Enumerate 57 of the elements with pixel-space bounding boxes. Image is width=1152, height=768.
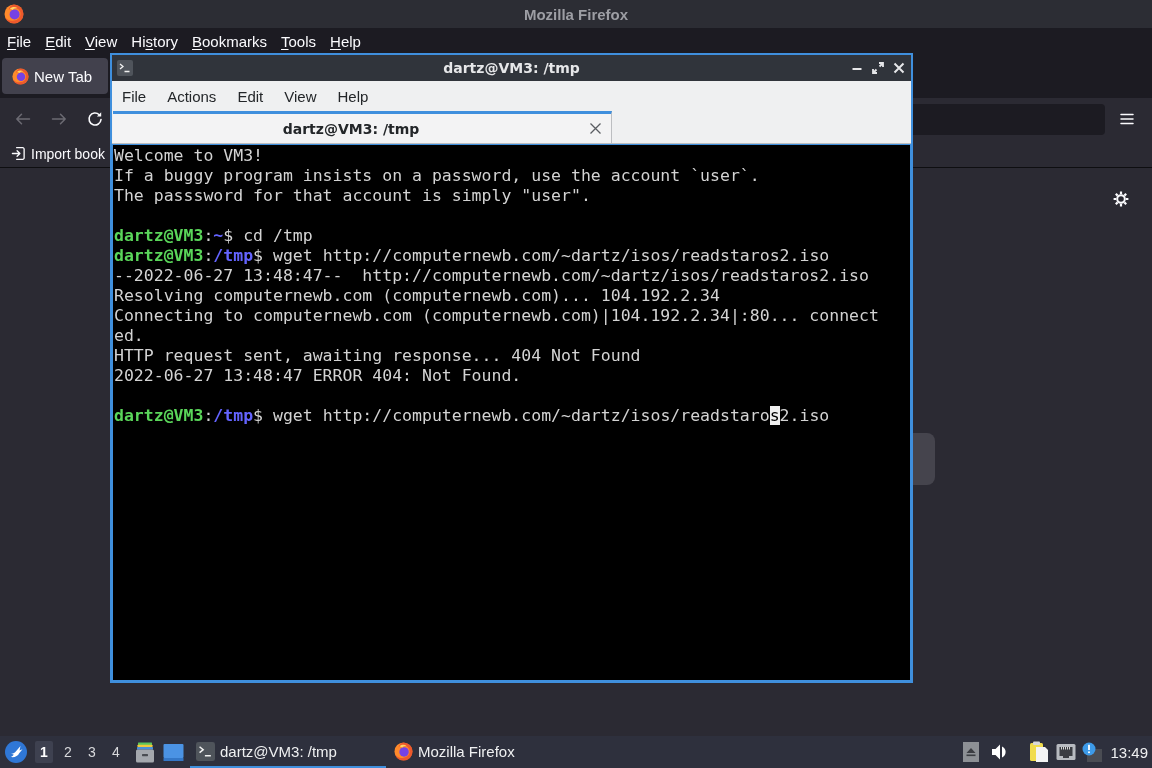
terminal-line: Connecting to computernewb.com (computernewb.com)|104.192.2.34|:80... connect: [114, 306, 880, 326]
workspace-button[interactable]: 1: [35, 741, 53, 763]
close-icon[interactable]: [891, 60, 907, 76]
terminal-line: dartz@VM3:~$ cd /tmp: [114, 226, 314, 246]
terminal-line: The passsword for that account is simply "user".: [114, 186, 592, 206]
alert-icon[interactable]: [1082, 742, 1103, 762]
maximize-icon[interactable]: [870, 60, 886, 76]
menu-item[interactable]: Help: [330, 32, 361, 50]
taskbar-button[interactable]: Mozilla Firefox: [388, 736, 584, 768]
terminal-icon: [196, 741, 215, 761]
tab[interactable]: New Tab: [2, 58, 108, 94]
bird-icon[interactable]: [5, 741, 27, 763]
menu-item[interactable]: View: [85, 32, 118, 50]
workspace-button[interactable]: 3: [83, 741, 101, 763]
menu-item[interactable]: Bookmarks: [192, 32, 268, 50]
import-icon: [11, 146, 26, 161]
logo-icon: [12, 67, 29, 85]
terminal-line: Resolving computernewb.com (computernewb.com)... 104.192.2.34: [114, 286, 721, 306]
menu-item[interactable]: File: [122, 87, 147, 105]
menu-item[interactable]: View: [284, 87, 317, 105]
clipboard-icon[interactable]: [1029, 741, 1050, 763]
menu-item[interactable]: Tools: [281, 32, 317, 50]
clock: 13:49: [1110, 743, 1149, 761]
terminal-line: HTTP request sent, awaiting response... 404 Not Found: [114, 346, 642, 366]
terminal-icon: [117, 60, 133, 76]
file-cabinet-icon[interactable]: [135, 741, 155, 763]
menu-icon[interactable]: [1119, 111, 1135, 127]
reload-icon[interactable]: [87, 111, 103, 127]
logo-icon: [394, 741, 413, 761]
tab[interactable]: dartz@VM3: /tmp: [113, 111, 612, 143]
menu-item[interactable]: File: [7, 32, 32, 50]
eject-icon[interactable]: [963, 742, 980, 762]
terminal-line: Welcome to VM3!: [114, 146, 264, 166]
window-title: Mozilla Firefox: [523, 5, 629, 23]
menu-item[interactable]: History: [131, 32, 178, 50]
settings-icon[interactable]: [1113, 191, 1129, 207]
menu-item[interactable]: Edit: [237, 87, 264, 105]
bookmark-item[interactable]: Import book: [11, 145, 105, 162]
terminal-line: --2022-06-27 13:48:47-- http://computernewb.com/~dartz/isos/readstaros2.iso: [114, 266, 870, 286]
desktop-icon[interactable]: [163, 742, 184, 762]
terminal-line: If a buggy program insists on a password, use the account `user`.: [114, 166, 761, 186]
taskbar-button[interactable]: dartz@VM3: /tmp: [190, 736, 386, 768]
network-port-icon[interactable]: [1056, 743, 1077, 761]
terminal-line: dartz@VM3:/tmp$ wget http://computernewb.com/~dartz/isos/readstaros2.iso: [114, 246, 831, 266]
terminal-line: ed.: [114, 326, 145, 346]
menu-item[interactable]: Help: [337, 87, 369, 105]
terminal-line: dartz@VM3:/tmp$ wget http://computernewb.com/~dartz/isos/readstaros2.iso: [114, 406, 831, 426]
menu-item[interactable]: Edit: [45, 32, 72, 50]
address-field[interactable]: [913, 103, 1105, 135]
workspace-button[interactable]: 2: [59, 741, 77, 763]
terminal-line: 2022-06-27 13:48:47 ERROR 404: Not Found.: [114, 366, 523, 386]
close-icon[interactable]: [589, 122, 602, 135]
menu-item[interactable]: Actions: [167, 87, 217, 105]
window-title: dartz@VM3: /tmp: [443, 60, 580, 76]
logo-icon: [4, 4, 24, 24]
search-field[interactable]: [912, 433, 935, 485]
workspace-button[interactable]: 4: [107, 741, 125, 763]
